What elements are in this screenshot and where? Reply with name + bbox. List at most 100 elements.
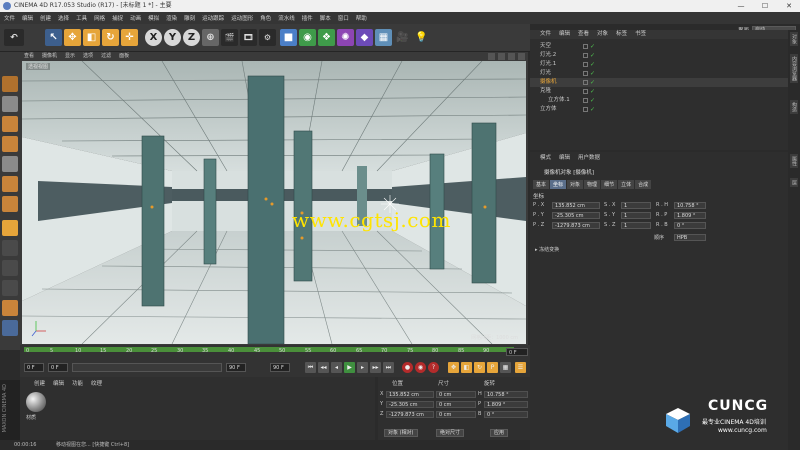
menu-tools[interactable]: 工具	[76, 14, 87, 22]
right-tab-content-browser[interactable]: 内容浏览器	[790, 54, 798, 83]
minimize-button[interactable]: —	[734, 0, 748, 12]
visibility-toggle[interactable]	[583, 80, 588, 85]
visibility-toggle[interactable]	[583, 107, 588, 112]
coord-size-y[interactable]: 0 cm	[436, 401, 476, 408]
viewport-menu-view[interactable]: 查看	[24, 52, 34, 61]
material-menu-edit[interactable]: 编辑	[53, 379, 64, 387]
menu-render[interactable]: 渲染	[166, 14, 177, 22]
right-tab-objects[interactable]: 对象	[790, 32, 798, 46]
go-to-end-icon[interactable]: ⏭	[383, 362, 394, 373]
object-row-light1[interactable]: 灯光.1 ✓	[530, 60, 788, 69]
axis-mode-icon[interactable]	[2, 220, 18, 236]
menu-simulate[interactable]: 模拟	[148, 14, 159, 22]
attr-tab-basic[interactable]: 基本	[533, 180, 550, 189]
menu-edit[interactable]: 编辑	[22, 14, 33, 22]
quantize-icon[interactable]	[2, 300, 18, 316]
viewport-rotate-icon[interactable]	[508, 53, 515, 60]
viewport-pan-icon[interactable]	[488, 53, 495, 60]
keyframe-selection-icon[interactable]: ?	[428, 362, 439, 373]
viewport-menu-options[interactable]: 选项	[83, 52, 93, 61]
object-menu-tags[interactable]: 标签	[616, 30, 627, 39]
key-scale-icon[interactable]: ◧	[461, 362, 472, 373]
visibility-toggle[interactable]	[583, 89, 588, 94]
menu-motion-tracking[interactable]: 运动跟踪	[202, 14, 224, 22]
menu-mesh[interactable]: 网格	[94, 14, 105, 22]
coord-size-z[interactable]: 0 cm	[436, 411, 476, 418]
attr-scale-z[interactable]: 1	[621, 222, 651, 229]
nurbs-icon[interactable]: ◉	[299, 29, 316, 46]
cube-icon[interactable]: ■	[280, 29, 297, 46]
enabled-check-icon[interactable]: ✓	[590, 78, 595, 87]
viewport-menu-cameras[interactable]: 摄像机	[42, 52, 57, 61]
timeline-ruler[interactable]: 0 5 10 15 20 25 30 35 40 45 50 55 60 65 …	[20, 345, 530, 359]
axis-z-button[interactable]: Z	[183, 29, 200, 46]
key-rotation-icon[interactable]: ↻	[474, 362, 485, 373]
previous-key-icon[interactable]: ◂◂	[318, 362, 329, 373]
light-icon[interactable]: 💡	[413, 29, 430, 46]
key-pla-icon[interactable]: ▦	[500, 362, 511, 373]
object-row-sky[interactable]: 天空 ✓	[530, 42, 788, 51]
viewport-menu-display[interactable]: 显示	[65, 52, 75, 61]
attr-tab-coord[interactable]: 坐标	[550, 180, 567, 189]
model-mode-icon[interactable]	[2, 116, 18, 132]
menu-snap[interactable]: 捕捉	[112, 14, 123, 22]
max-frame-field[interactable]: 90 F	[270, 363, 290, 372]
coord-pos-z[interactable]: -1279.873 cm	[386, 411, 434, 418]
attr-freeze-transform[interactable]: ▸ 冻结变换	[535, 246, 559, 253]
coord-rot-p[interactable]: 1.809 °	[484, 401, 528, 408]
material-menu-create[interactable]: 创建	[34, 379, 45, 387]
material-name[interactable]: 材质	[26, 414, 36, 421]
undo-icon[interactable]: ↶	[4, 29, 24, 46]
menu-character[interactable]: 角色	[260, 14, 271, 22]
move-tool-icon[interactable]: ✥	[64, 29, 81, 46]
menu-pipeline[interactable]: 流水线	[278, 14, 295, 22]
edges-mode-icon[interactable]	[2, 176, 18, 192]
current-frame-field[interactable]: 0 F	[48, 363, 68, 372]
tweak-mode-icon[interactable]	[2, 240, 18, 256]
enabled-check-icon[interactable]: ✓	[590, 42, 595, 51]
attr-rot-p[interactable]: 1.809 °	[674, 212, 706, 219]
coord-pos-y[interactable]: -25.305 cm	[386, 401, 434, 408]
camera-icon[interactable]: 🎥	[394, 29, 411, 46]
visibility-toggle[interactable]	[583, 53, 588, 58]
maximize-button[interactable]: ☐	[758, 0, 772, 12]
object-row-light2[interactable]: 灯光.2 ✓	[530, 51, 788, 60]
key-parameter-icon[interactable]: P	[487, 362, 498, 373]
visibility-toggle[interactable]	[583, 71, 588, 76]
recent-tool-icon[interactable]: ✛	[121, 29, 138, 46]
material-menu-function[interactable]: 功能	[72, 379, 83, 387]
scale-tool-icon[interactable]: ◧	[83, 29, 100, 46]
menu-script[interactable]: 脚本	[320, 14, 331, 22]
attr-pos-x[interactable]: 135.852 cm	[552, 202, 600, 209]
attr-tab-composition[interactable]: 合成	[635, 180, 652, 189]
attr-order-select[interactable]: HPB	[674, 234, 706, 241]
render-view-icon[interactable]: 🎬	[221, 29, 238, 46]
enabled-check-icon[interactable]: ✓	[590, 96, 595, 105]
axis-x-button[interactable]: X	[145, 29, 162, 46]
attr-tab-physical[interactable]: 物理	[584, 180, 601, 189]
render-picture-viewer-icon[interactable]: 🎞	[240, 29, 257, 46]
viewport-menu-filter[interactable]: 过滤	[101, 52, 111, 61]
end-frame-field[interactable]: 90 F	[226, 363, 246, 372]
deformer-icon[interactable]: ◆	[356, 29, 373, 46]
menu-help[interactable]: 帮助	[356, 14, 367, 22]
close-button[interactable]: ✕	[782, 0, 796, 12]
viewport-zoom-icon[interactable]	[498, 53, 505, 60]
material-menu-texture[interactable]: 纹理	[91, 379, 102, 387]
preview-range-slider[interactable]	[72, 363, 222, 372]
render-settings-icon[interactable]: ⚙	[259, 29, 276, 46]
object-menu-objects[interactable]: 对象	[597, 30, 608, 39]
attr-pos-y[interactable]: -25.305 cm	[552, 212, 600, 219]
visibility-toggle[interactable]	[583, 44, 588, 49]
viewport-maximize-icon[interactable]	[518, 53, 525, 60]
attr-tab-stereo[interactable]: 立体	[618, 180, 635, 189]
enabled-check-icon[interactable]: ✓	[590, 51, 595, 60]
menu-sculpt[interactable]: 雕刻	[184, 14, 195, 22]
scene-floor-icon[interactable]: ▦	[375, 29, 392, 46]
enabled-check-icon[interactable]: ✓	[590, 105, 595, 114]
array-icon[interactable]: ✺	[337, 29, 354, 46]
object-menu-file[interactable]: 文件	[540, 30, 551, 39]
autokey-icon[interactable]: ◉	[415, 362, 426, 373]
visibility-toggle[interactable]	[583, 62, 588, 67]
key-position-icon[interactable]: ✥	[448, 362, 459, 373]
